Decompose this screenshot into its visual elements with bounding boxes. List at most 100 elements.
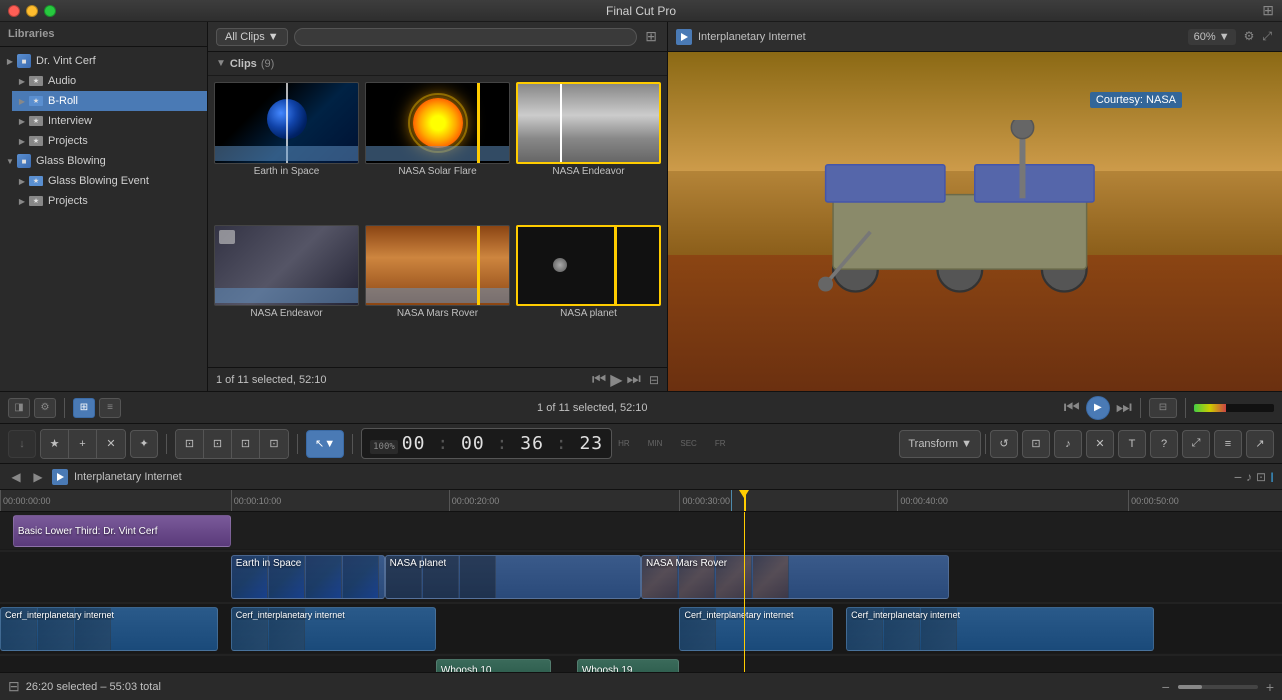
viewer-settings-icon[interactable]: ⚙ — [1242, 27, 1257, 46]
text-btn[interactable]: T — [1118, 430, 1146, 458]
sidebar-item-projects2[interactable]: ▶ ★ Projects — [12, 191, 207, 211]
zoom-out-btn[interactable]: − — [1162, 679, 1170, 695]
clip-edit-btn3[interactable]: ⊡ — [232, 430, 260, 458]
filter-button[interactable]: All Clips ▼ — [216, 28, 288, 46]
nasa-planet-clip[interactable]: NASA planet — [385, 555, 641, 599]
3d-btn[interactable]: ⤢ — [1182, 430, 1210, 458]
tl-audio-icon[interactable]: ♪ — [1246, 470, 1252, 484]
arrow-b-roll: ▶ — [16, 97, 28, 106]
next-clip-btn[interactable]: ⏭ — [627, 371, 641, 389]
list-view-btn[interactable]: ≡ — [99, 398, 121, 418]
viewer-prev-btn[interactable]: ⏮ — [1064, 397, 1080, 418]
interview-clip3[interactable]: Cerf_interplanetary internet — [679, 607, 833, 651]
select-tool-btn[interactable]: ↖ ▼ — [306, 430, 344, 458]
clip-name-endeavor1: NASA Endeavor — [516, 166, 661, 177]
prev-clip-btn[interactable]: ⏮ — [592, 371, 606, 389]
clip-nasa-mars-rover[interactable]: NASA Mars Rover — [363, 223, 512, 364]
close-button[interactable] — [8, 5, 20, 17]
tl-back-btn[interactable]: ◀ — [8, 469, 24, 485]
sidebar-item-audio[interactable]: ▶ ★ Audio — [12, 71, 207, 91]
zoom-value: 60% — [1194, 31, 1216, 43]
timeline-selection-status: 26:20 selected – 55:03 total — [26, 681, 161, 693]
share-btn[interactable]: ↗ — [1246, 430, 1274, 458]
import-btn[interactable]: ↓ — [8, 430, 36, 458]
nasa-mars-rover-label: NASA Mars Rover — [646, 558, 727, 569]
clip-edit-btn4[interactable]: ⊡ — [260, 430, 288, 458]
mark-btn[interactable]: + — [69, 430, 97, 458]
list-view-icon[interactable]: ⊞ — [643, 26, 659, 47]
inspector-btn[interactable]: ≡ — [1214, 430, 1242, 458]
sidebar-label-b-roll: B-Roll — [48, 95, 78, 107]
effects-btn[interactable]: ↺ — [990, 430, 1018, 458]
earth-in-space-clip[interactable]: Earth in Space — [231, 555, 385, 599]
tl-project-icon — [52, 469, 68, 485]
clip-appearance-btn[interactable]: ⊟ — [1149, 398, 1177, 418]
whoosh10-clip[interactable]: Whoosh 10 — [436, 659, 551, 672]
generators-btn[interactable]: ? — [1150, 430, 1178, 458]
nasa-watermark: Courtesy: NASA — [1090, 92, 1182, 108]
zoom-slider[interactable] — [1178, 685, 1258, 689]
tc-labels-row: HR MIN SEC FR — [618, 439, 725, 448]
sidebar-item-glass-blowing-event[interactable]: ▶ ★ Glass Blowing Event — [12, 171, 207, 191]
sidebar-item-projects1[interactable]: ▶ ★ Projects — [12, 131, 207, 151]
interview-clip4[interactable]: Cerf_interplanetary internet — [846, 607, 1154, 651]
interview-clip1[interactable]: Cerf_interplanetary internet — [0, 607, 218, 651]
lower-third-clip[interactable]: Basic Lower Third: Dr. Vint Cerf — [13, 515, 231, 547]
timeline-tracks: Basic Lower Third: Dr. Vint Cerf Earth i… — [0, 512, 1282, 672]
viewer-next-btn[interactable]: ⏭ — [1116, 397, 1132, 418]
transitions-btn[interactable]: ✕ — [1086, 430, 1114, 458]
arrow-projects2: ▶ — [16, 197, 28, 206]
browser-toolbar: All Clips ▼ ⊞ — [208, 22, 667, 52]
tc-sec: 36 — [520, 433, 544, 454]
tc-labels: HR MIN SEC FR — [618, 439, 725, 448]
library-icon-glass: ■ — [16, 154, 32, 168]
interview-clip2[interactable]: Cerf_interplanetary internet — [231, 607, 436, 651]
view-mode-icon[interactable]: ⊟ — [649, 373, 659, 387]
tl-appearance-icon[interactable]: I — [1270, 469, 1274, 485]
tc-min: 00 — [461, 433, 485, 454]
chapter-marker-icon[interactable]: ⊟ — [8, 678, 20, 695]
browser-search-input[interactable] — [294, 28, 638, 46]
tl-settings-icon[interactable]: ⊡ — [1256, 470, 1266, 484]
clip-nasa-planet[interactable]: NASA planet — [514, 223, 663, 364]
tl-zoom-out-icon[interactable]: − — [1234, 469, 1242, 485]
viewer-expand-icon[interactable]: ⤢ — [1260, 27, 1274, 46]
sidebar-item-b-roll[interactable]: ▶ ★ B-Roll — [12, 91, 207, 111]
bottom-right-controls: − + — [1162, 679, 1274, 695]
color-btn[interactable]: ⊡ — [1022, 430, 1050, 458]
timeline-playhead[interactable] — [744, 490, 746, 511]
grid-view-btn[interactable]: ⊞ — [73, 398, 95, 418]
favorite-btn[interactable]: ★ — [41, 430, 69, 458]
interview-label1: Cerf_interplanetary internet — [5, 610, 114, 620]
sidebar-label-projects1: Projects — [48, 135, 88, 147]
viewer-zoom[interactable]: 60% ▼ — [1188, 29, 1236, 45]
minimize-button[interactable] — [26, 5, 38, 17]
lower-third-label: Basic Lower Third: Dr. Vint Cerf — [18, 526, 158, 537]
tc-sep2: : — [497, 433, 509, 454]
sidebar-toggle-btn[interactable]: ◨ — [8, 398, 30, 418]
clip-edit-btn2[interactable]: ⊡ — [204, 430, 232, 458]
tc-sep3: : — [556, 433, 568, 454]
maximize-button[interactable] — [44, 5, 56, 17]
zoom-in-btn[interactable]: + — [1266, 679, 1274, 695]
clip-earth-in-space[interactable]: Earth in Space — [212, 80, 361, 221]
clip-nasa-endeavor1[interactable]: NASA Endeavor — [514, 80, 663, 221]
sidebar-label-projects2: Projects — [48, 195, 88, 207]
whoosh19-clip[interactable]: Whoosh 19 — [577, 659, 680, 672]
keywords-btn[interactable]: ✦ — [130, 430, 158, 458]
reject-btn[interactable]: ✕ — [97, 430, 125, 458]
tl-forward-btn[interactable]: ▶ — [30, 469, 46, 485]
clips-toggle-icon[interactable]: ▼ — [216, 58, 226, 69]
settings-btn[interactable]: ⚙ — [34, 398, 56, 418]
sidebar-item-dr-vint-cerf[interactable]: ▶ ■ Dr. Vint Cerf — [0, 51, 207, 71]
play-btn-browser[interactable]: ▶ — [610, 370, 622, 390]
clip-nasa-solar-flare[interactable]: NASA Solar Flare — [363, 80, 512, 221]
viewer-play-btn[interactable]: ▶ — [1086, 396, 1110, 420]
sidebar-item-glass-blowing[interactable]: ▼ ■ Glass Blowing — [0, 151, 207, 171]
audio-btn[interactable]: ♪ — [1054, 430, 1082, 458]
transform-btn[interactable]: Transform ▼ — [899, 430, 981, 458]
sidebar-item-interview[interactable]: ▶ ★ Interview — [12, 111, 207, 131]
nasa-mars-rover-clip[interactable]: NASA Mars Rover — [641, 555, 949, 599]
clip-nasa-endeavor2[interactable]: NASA Endeavor — [212, 223, 361, 364]
clip-edit-btn1[interactable]: ⊡ — [176, 430, 204, 458]
